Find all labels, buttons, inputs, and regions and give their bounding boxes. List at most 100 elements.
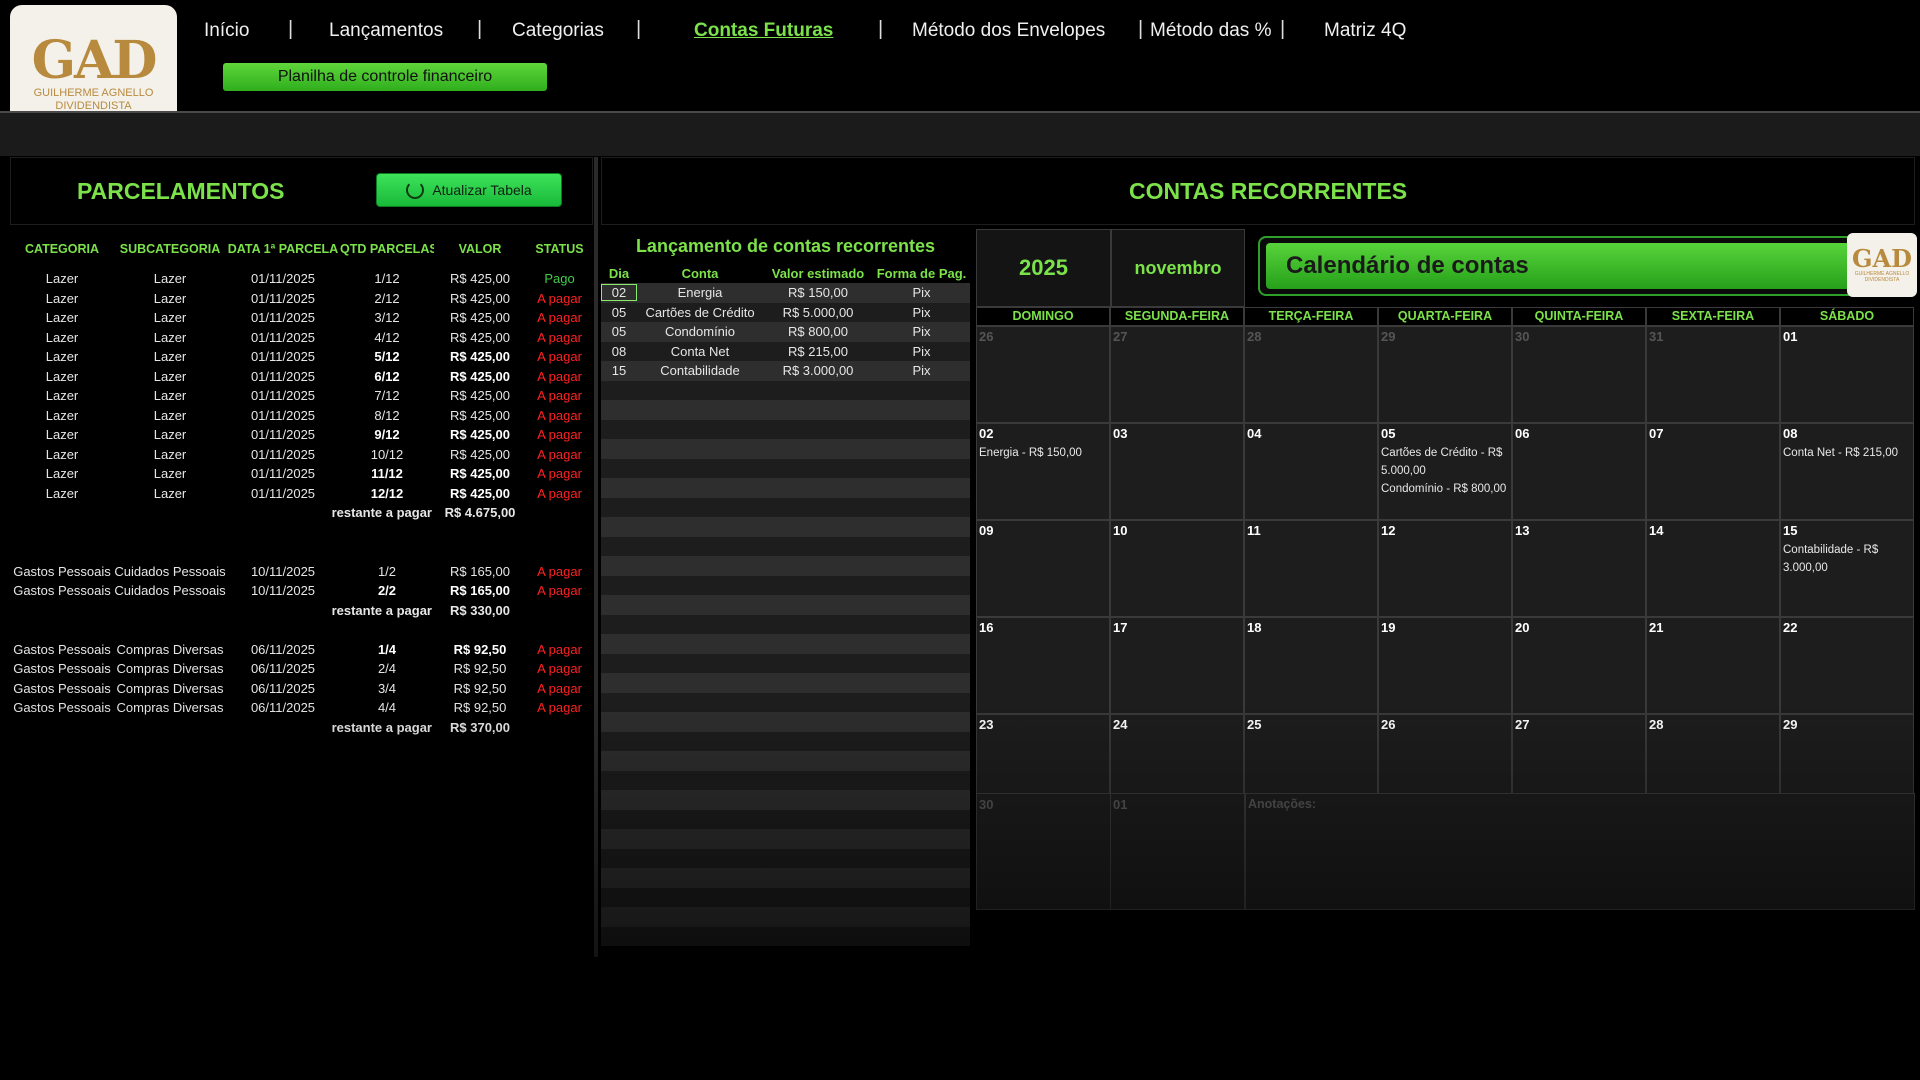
list-item[interactable] [601, 868, 970, 888]
list-item[interactable] [601, 926, 970, 946]
annotations-box[interactable]: Anotações: [1245, 793, 1915, 910]
list-item[interactable]: 02 Energia R$ 150,00 Pix [601, 283, 970, 303]
list-item[interactable]: 05 Condomínio R$ 800,00 Pix [601, 322, 970, 342]
cell-forma-pag[interactable]: Pix [873, 344, 970, 359]
cell-dia[interactable] [601, 467, 637, 469]
cell-valor[interactable]: R$ 5.000,00 [763, 305, 873, 320]
cell-dia[interactable]: 08 [601, 343, 637, 360]
list-item[interactable] [601, 419, 970, 439]
list-item[interactable] [601, 731, 970, 751]
list-item[interactable] [601, 712, 970, 732]
list-item[interactable] [601, 887, 970, 907]
calendar-day[interactable]: 21 [1646, 617, 1780, 714]
list-item[interactable] [601, 829, 970, 849]
list-item[interactable]: 05 Cartões de Crédito R$ 5.000,00 Pix [601, 302, 970, 322]
list-item[interactable]: 15 Contabilidade R$ 3.000,00 Pix [601, 361, 970, 381]
calendar-day[interactable]: 20 [1512, 617, 1646, 714]
list-item[interactable] [601, 380, 970, 400]
list-item[interactable] [601, 517, 970, 537]
cell-dia[interactable]: 05 [601, 304, 637, 321]
list-item[interactable] [601, 673, 970, 693]
list-item[interactable] [601, 439, 970, 459]
list-item[interactable] [601, 575, 970, 595]
calendar-day[interactable]: 01 [1780, 326, 1914, 423]
calendar-day[interactable]: 30 [976, 793, 1111, 910]
cell-conta[interactable]: Cartões de Crédito [637, 305, 763, 320]
list-item[interactable] [601, 614, 970, 634]
cell-dia[interactable] [601, 409, 637, 411]
calendar-day[interactable]: 15 Contabilidade - R$ 3.000,00 [1780, 520, 1914, 617]
calendar-day[interactable]: 18 [1244, 617, 1378, 714]
cell-dia[interactable] [601, 799, 637, 801]
cell-dia[interactable] [601, 604, 637, 606]
list-item[interactable] [601, 653, 970, 673]
cell-dia[interactable] [601, 506, 637, 508]
cell-dia[interactable] [601, 526, 637, 528]
cell-forma-pag[interactable]: Pix [873, 285, 970, 300]
calendar-day[interactable]: 08 Conta Net - R$ 215,00 [1780, 423, 1914, 520]
cell-conta[interactable]: Energia [637, 285, 763, 300]
cell-conta[interactable]: Condomínio [637, 324, 763, 339]
list-item[interactable] [601, 790, 970, 810]
cell-valor[interactable]: R$ 215,00 [763, 344, 873, 359]
calendar-day[interactable]: 07 [1646, 423, 1780, 520]
calendar-day[interactable]: 31 [1646, 326, 1780, 423]
list-item[interactable] [601, 907, 970, 927]
calendar-day[interactable]: 05 Cartões de Crédito - R$ 5.000,00 Condom… [1378, 423, 1512, 520]
refresh-table-button[interactable]: Atualizar Tabela [376, 173, 562, 207]
cell-dia[interactable] [601, 760, 637, 762]
list-item[interactable] [601, 634, 970, 654]
cell-forma-pag[interactable]: Pix [873, 324, 970, 339]
cell-dia[interactable] [601, 721, 637, 723]
calendar-day[interactable]: 01 [1110, 793, 1245, 910]
calendar-day[interactable]: 06 [1512, 423, 1646, 520]
list-item[interactable] [601, 848, 970, 868]
calendar-day[interactable]: 09 [976, 520, 1110, 617]
calendar-day[interactable]: 04 [1244, 423, 1378, 520]
list-item[interactable] [601, 770, 970, 790]
cell-valor[interactable]: R$ 3.000,00 [763, 363, 873, 378]
list-item[interactable]: 08 Conta Net R$ 215,00 Pix [601, 341, 970, 361]
year-cell[interactable]: 2025 [976, 229, 1111, 307]
cell-dia[interactable] [601, 857, 637, 859]
cell-dia[interactable]: 02 [601, 284, 637, 302]
cell-dia[interactable] [601, 779, 637, 781]
calendar-day[interactable]: 17 [1110, 617, 1244, 714]
cell-dia[interactable] [601, 623, 637, 625]
cell-dia[interactable] [601, 838, 637, 840]
nav-contas-futuras[interactable]: Contas Futuras [694, 19, 833, 43]
cell-dia[interactable]: 05 [601, 323, 637, 340]
cell-dia[interactable] [601, 389, 637, 391]
calendar-day[interactable]: 02 Energia - R$ 150,00 [976, 423, 1110, 520]
calendar-day[interactable]: 28 [1244, 326, 1378, 423]
list-item[interactable] [601, 751, 970, 771]
calendar-day[interactable]: 16 [976, 617, 1110, 714]
calendar-day[interactable]: 10 [1110, 520, 1244, 617]
cell-valor[interactable]: R$ 150,00 [763, 285, 873, 300]
cell-dia[interactable] [601, 818, 637, 820]
calendar-day[interactable]: 13 [1512, 520, 1646, 617]
calendar-day[interactable]: 22 [1780, 617, 1914, 714]
list-item[interactable] [601, 692, 970, 712]
nav-metodo-envelopes[interactable]: Método dos Envelopes [912, 19, 1105, 43]
list-item[interactable] [601, 478, 970, 498]
month-cell[interactable]: novembro [1111, 229, 1245, 307]
cell-dia[interactable] [601, 740, 637, 742]
cell-dia[interactable] [601, 662, 637, 664]
calendar-day[interactable]: 27 [1110, 326, 1244, 423]
calendar-day[interactable]: 14 [1646, 520, 1780, 617]
list-item[interactable] [601, 809, 970, 829]
calendar-day[interactable]: 19 [1378, 617, 1512, 714]
cell-valor[interactable]: R$ 800,00 [763, 324, 873, 339]
cell-dia[interactable] [601, 896, 637, 898]
nav-inicio[interactable]: Início [204, 19, 249, 43]
list-item[interactable] [601, 536, 970, 556]
cell-dia[interactable] [601, 701, 637, 703]
cell-dia[interactable] [601, 448, 637, 450]
cell-dia[interactable] [601, 643, 637, 645]
cell-dia[interactable] [601, 916, 637, 918]
cell-dia[interactable] [601, 565, 637, 567]
calendar-day[interactable]: 29 [1378, 326, 1512, 423]
cell-dia[interactable] [601, 877, 637, 879]
list-item[interactable] [601, 595, 970, 615]
